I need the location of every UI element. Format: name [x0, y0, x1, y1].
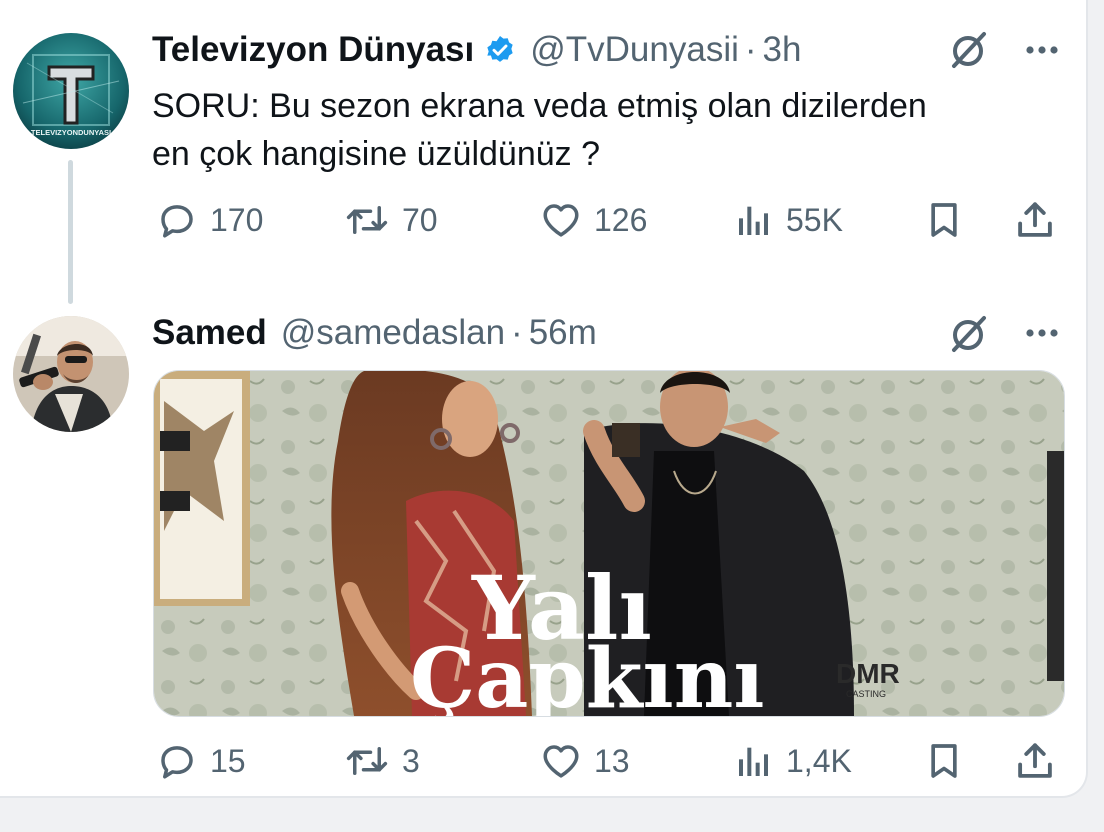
share-button[interactable] [1014, 736, 1056, 786]
reply-count: 15 [210, 742, 246, 779]
share-button[interactable] [1014, 195, 1056, 245]
retweet-button[interactable]: 3 [344, 736, 420, 786]
reply-button[interactable]: 15 [156, 736, 246, 786]
views-button[interactable]: 55K [734, 195, 843, 245]
like-count: 126 [594, 201, 648, 238]
tweet-timestamp[interactable]: 56m [529, 313, 597, 353]
display-name[interactable]: Samed [152, 313, 267, 353]
bookmark-button[interactable] [924, 736, 964, 786]
svg-text:DMR: DMR [836, 658, 900, 689]
reply-count: 170 [210, 201, 264, 238]
like-icon [540, 740, 582, 782]
grok-icon[interactable] [944, 310, 992, 358]
bookmark-icon [924, 198, 964, 242]
like-button[interactable]: 13 [540, 736, 630, 786]
display-name[interactable]: Televizyon Dünyası [152, 30, 474, 70]
tweet-timestamp[interactable]: 3h [763, 30, 802, 70]
tweet-text-line: SORU: Bu sezon ekrana veda etmiş olan di… [152, 87, 927, 125]
view-count: 55K [786, 201, 843, 238]
views-icon [734, 741, 774, 781]
more-icon[interactable] [1018, 30, 1066, 70]
retweet-icon [344, 740, 390, 782]
avatar-samed[interactable] [13, 316, 129, 432]
timeline-card: TELEVIZYONDUNYASI Televizyon Dünyası @Tv… [0, 0, 1088, 798]
retweet-count: 70 [402, 201, 438, 238]
tweet-header: Televizyon Dünyası @TvDunyasii · 3h [152, 30, 801, 70]
retweet-count: 3 [402, 742, 420, 779]
user-handle[interactable]: @samedaslan [281, 313, 505, 353]
retweet-button[interactable]: 70 [344, 195, 438, 245]
svg-text:Çapkını: Çapkını [410, 631, 764, 716]
views-button[interactable]: 1,4K [734, 736, 852, 786]
tweet-actions-bar: 170 70 126 55K [152, 195, 1062, 245]
tweet-text-line: en çok hangisine üzüldünüz ? [152, 135, 600, 173]
tweet-text: SORU: Bu sezon ekrana veda etmiş olan di… [152, 82, 1072, 178]
separator-dot: · [511, 313, 523, 352]
bookmark-icon [924, 739, 964, 783]
avatar-televizyon-dunyasi[interactable]: TELEVIZYONDUNYASI [13, 33, 129, 149]
share-icon [1014, 739, 1056, 783]
like-button[interactable]: 126 [540, 195, 647, 245]
reply-button[interactable]: 170 [156, 195, 263, 245]
tweet-actions-bar: 15 3 13 1,4K [152, 736, 1062, 786]
reply-icon [156, 199, 198, 241]
svg-text:CASTING: CASTING [846, 689, 886, 699]
tweet-header: Samed @samedaslan · 56m [152, 313, 597, 353]
thread-connector-line [68, 160, 73, 304]
like-icon [540, 199, 582, 241]
like-count: 13 [594, 742, 630, 779]
separator-dot: · [744, 30, 757, 69]
verified-badge-icon [484, 34, 516, 66]
more-icon[interactable] [1018, 313, 1066, 353]
bookmark-button[interactable] [924, 195, 964, 245]
grok-icon[interactable] [944, 26, 992, 74]
retweet-icon [344, 199, 390, 241]
share-icon [1014, 198, 1056, 242]
tweet-media-image[interactable]: Yalı Çapkını DMR CASTING [153, 370, 1065, 717]
user-handle[interactable]: @TvDunyasii [530, 30, 739, 70]
next-item-edge [0, 812, 1104, 832]
view-count: 1,4K [786, 742, 852, 779]
reply-icon [156, 740, 198, 782]
svg-text:TELEVIZYONDUNYASI: TELEVIZYONDUNYASI [31, 128, 111, 137]
views-icon [734, 200, 774, 240]
